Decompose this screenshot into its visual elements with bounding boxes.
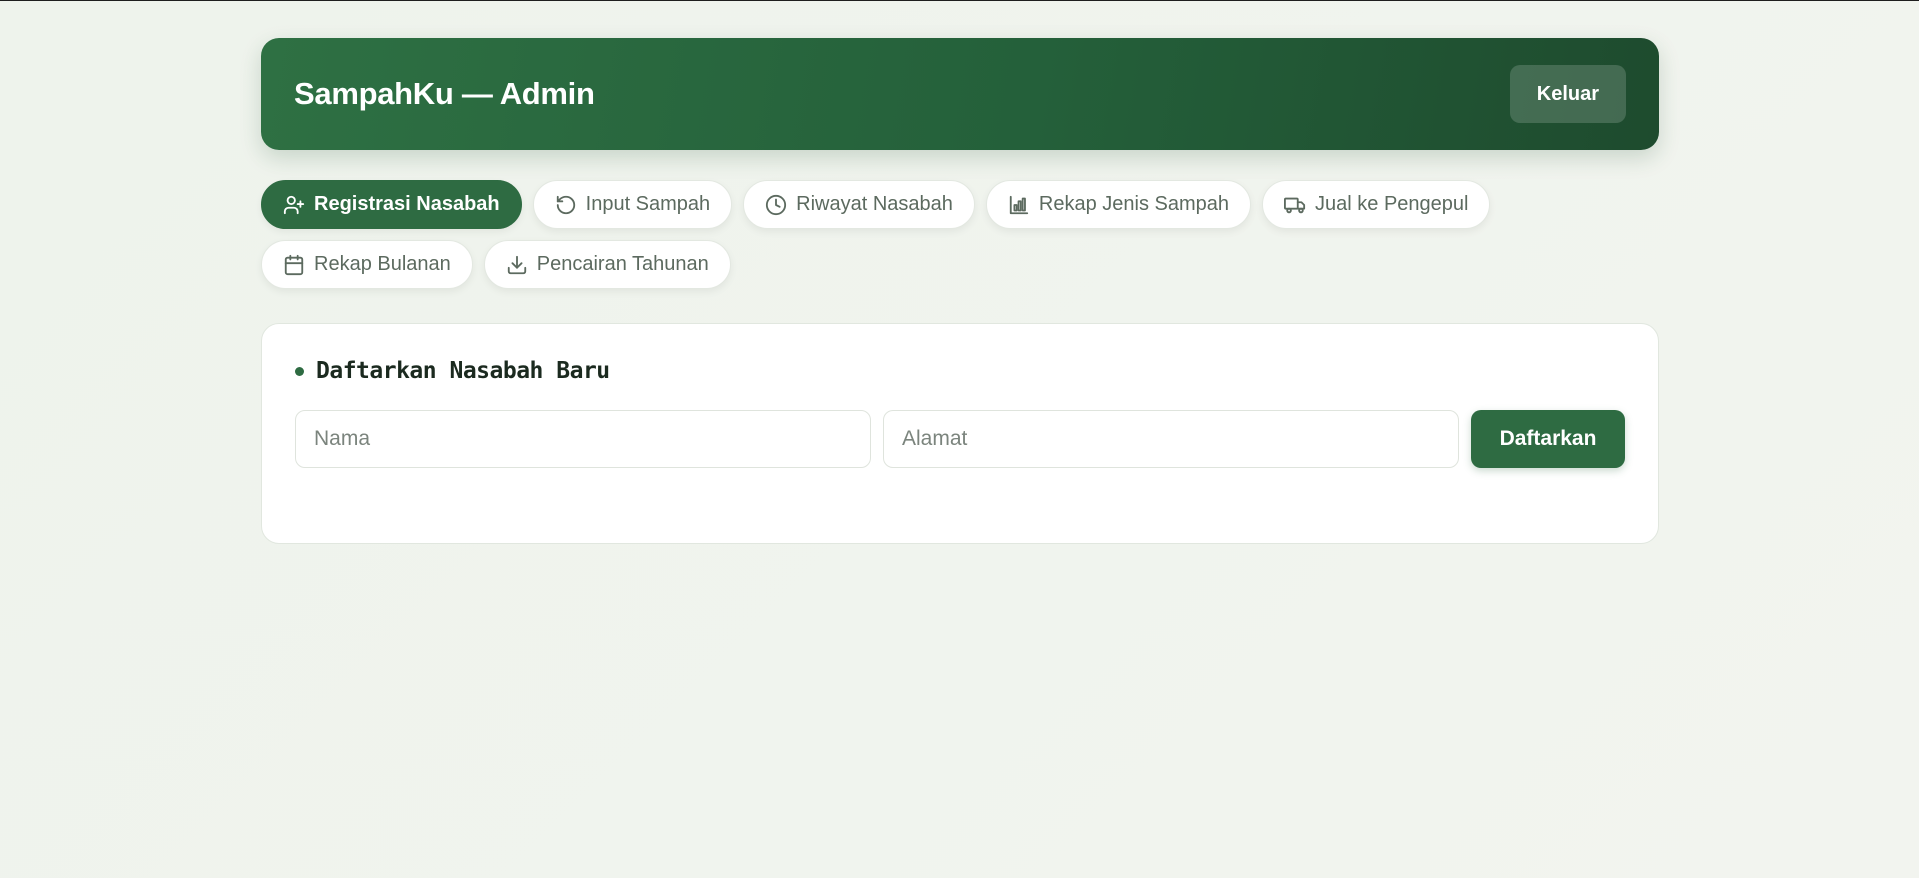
tab-label: Pencairan Tahunan bbox=[536, 253, 709, 275]
address-input[interactable] bbox=[883, 410, 1459, 468]
tab-pencairan-tahunan[interactable]: Pencairan Tahunan bbox=[483, 240, 731, 289]
app-title: SampahKu — Admin bbox=[294, 76, 595, 111]
title-bullet bbox=[295, 366, 304, 376]
register-form: Daftarkan bbox=[295, 410, 1625, 468]
tab-label: Riwayat Nasabah bbox=[796, 193, 953, 215]
tab-jual-ke-pengepul[interactable]: Jual ke Pengepul bbox=[1262, 180, 1491, 229]
tab-label: Rekap Bulanan bbox=[314, 253, 451, 275]
truck-icon bbox=[1284, 194, 1306, 216]
tab-rekap-bulanan[interactable]: Rekap Bulanan bbox=[261, 240, 473, 289]
register-button[interactable]: Daftarkan bbox=[1471, 410, 1625, 468]
tab-input-sampah[interactable]: Input Sampah bbox=[532, 180, 733, 229]
calendar-icon bbox=[283, 254, 305, 276]
clock-icon bbox=[765, 194, 787, 216]
tab-bar: Registrasi Nasabah Input Sampah Riwayat … bbox=[261, 180, 1561, 289]
tab-riwayat-nasabah[interactable]: Riwayat Nasabah bbox=[743, 180, 975, 229]
tab-label: Jual ke Pengepul bbox=[1315, 193, 1469, 215]
tab-rekap-jenis-sampah[interactable]: Rekap Jenis Sampah bbox=[985, 180, 1252, 229]
download-icon bbox=[506, 254, 528, 276]
app-container: SampahKu — Admin Keluar Registrasi Nasab… bbox=[261, 38, 1659, 544]
tab-label: Registrasi Nasabah bbox=[314, 193, 500, 215]
card-title-row: Daftarkan Nasabah Baru bbox=[295, 358, 1625, 384]
logout-button[interactable]: Keluar bbox=[1509, 65, 1626, 123]
rotate-ccw-icon bbox=[555, 194, 577, 216]
tab-label: Input Sampah bbox=[585, 193, 711, 215]
bar-chart-icon bbox=[1008, 194, 1030, 216]
app-header: SampahKu — Admin Keluar bbox=[261, 38, 1659, 150]
tab-label: Rekap Jenis Sampah bbox=[1038, 193, 1230, 215]
register-customer-card: Daftarkan Nasabah Baru Daftarkan bbox=[261, 323, 1659, 544]
name-input[interactable] bbox=[295, 410, 871, 468]
card-title: Daftarkan Nasabah Baru bbox=[316, 358, 610, 384]
tab-registrasi-nasabah[interactable]: Registrasi Nasabah bbox=[261, 180, 522, 229]
user-plus-icon bbox=[283, 194, 305, 216]
